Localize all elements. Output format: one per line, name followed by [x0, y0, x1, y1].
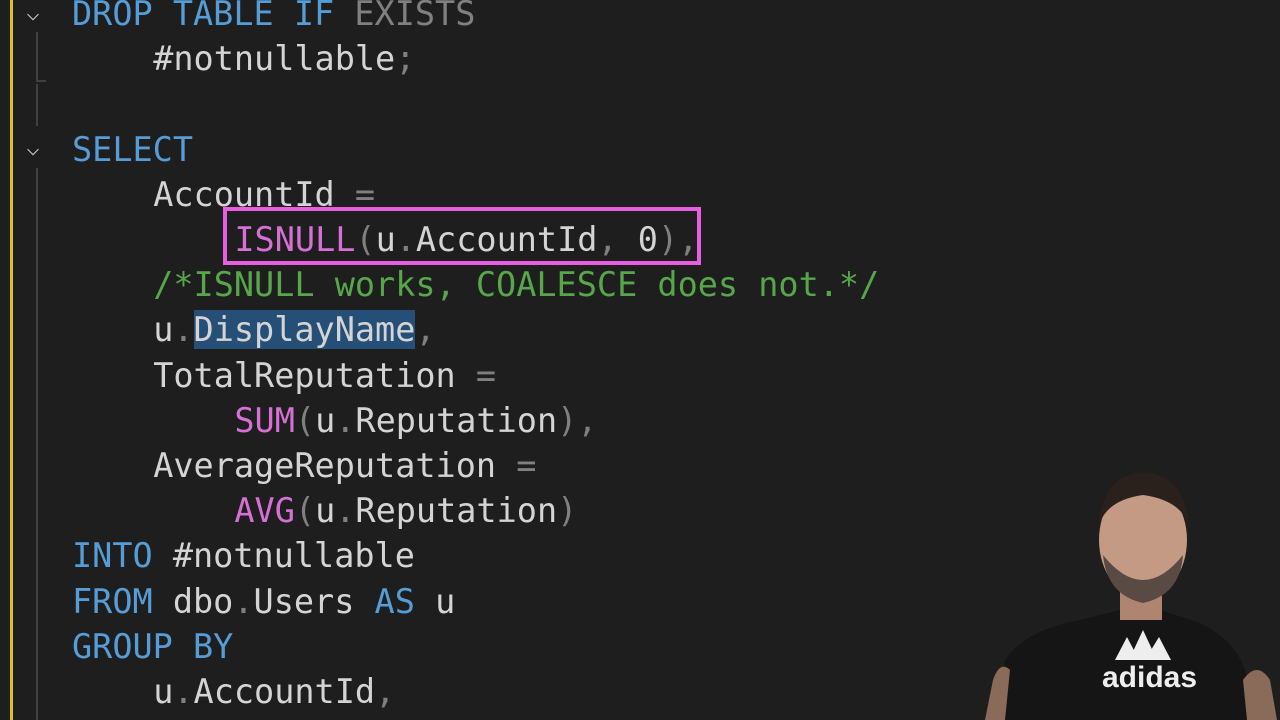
- code-token: =: [516, 446, 537, 485]
- chevron-down-icon[interactable]: ⌵: [20, 136, 46, 162]
- code-token: Users: [253, 581, 375, 621]
- fold-guide: [36, 84, 38, 126]
- code-line[interactable]: FROM dbo.Users AS u: [72, 579, 455, 624]
- code-token: GROUP BY: [72, 626, 234, 666]
- code-token: TotalReputation: [153, 355, 476, 395]
- code-token: .: [233, 581, 254, 621]
- svg-text:adidas: adidas: [1102, 661, 1197, 694]
- code-token: u: [435, 581, 456, 621]
- code-line[interactable]: TotalReputation =: [153, 353, 496, 398]
- code-line[interactable]: SELECT: [72, 127, 193, 172]
- code-line[interactable]: #notnullable;: [153, 36, 415, 81]
- code-line[interactable]: GROUP BY: [72, 624, 233, 669]
- presenter-webcam: adidas: [985, 455, 1280, 720]
- code-token: EXISTS: [354, 0, 476, 33]
- code-token: .: [335, 400, 356, 440]
- code-token: u: [153, 672, 174, 711]
- code-token: SUM: [234, 400, 295, 440]
- code-token: AVG: [234, 491, 295, 531]
- code-token: .: [335, 491, 356, 531]
- code-token: ,: [375, 672, 396, 711]
- code-token: #notnullable: [153, 39, 396, 79]
- code-token: u: [315, 400, 336, 440]
- fold-guide: [36, 32, 38, 82]
- code-token: AverageReputation: [153, 446, 517, 485]
- code-token: #notnullable: [172, 536, 415, 576]
- code-token: u: [153, 310, 174, 350]
- code-line[interactable]: INTO #notnullable: [72, 533, 415, 578]
- fold-guide: [36, 168, 38, 720]
- code-token: (: [294, 400, 316, 440]
- isnull-highlight-box: [223, 207, 701, 265]
- code-line[interactable]: SUM(u.Reputation),: [234, 398, 597, 443]
- code-token: Reputation: [355, 400, 558, 440]
- code-token: DROP TABLE IF: [72, 0, 355, 33]
- code-token: AS: [374, 581, 436, 621]
- code-token: SELECT: [72, 129, 194, 169]
- code-token: dbo: [172, 581, 234, 621]
- code-token: AccountId: [193, 672, 376, 711]
- code-token: ;: [395, 39, 416, 79]
- change-marker-bar: [10, 0, 13, 720]
- code-token: FROM: [72, 581, 173, 621]
- code-line[interactable]: DROP TABLE IF EXISTS: [72, 0, 475, 36]
- code-token: ),: [557, 400, 598, 440]
- chevron-down-icon[interactable]: ⌵: [20, 1, 46, 27]
- code-token: (: [294, 491, 316, 531]
- code-line[interactable]: /*ISNULL works, COALESCE does not.*/: [153, 262, 879, 307]
- code-token: =: [475, 355, 497, 395]
- code-token: DisplayName: [193, 310, 416, 350]
- code-token: .: [173, 310, 194, 350]
- code-token: Reputation: [355, 491, 558, 531]
- code-token: ,: [415, 310, 436, 350]
- code-token: INTO: [72, 536, 173, 576]
- code-token: /*ISNULL works, COALESCE does not.*/: [153, 265, 880, 305]
- code-token: u: [315, 491, 336, 531]
- fold-guide-end: [36, 80, 46, 82]
- code-token: .: [173, 672, 194, 711]
- code-line[interactable]: AVG(u.Reputation): [234, 488, 577, 533]
- code-line[interactable]: u.DisplayName,: [153, 307, 436, 352]
- code-line[interactable]: AverageReputation =: [153, 443, 536, 488]
- code-line[interactable]: u.AccountId,: [153, 669, 395, 714]
- code-token: ): [557, 491, 578, 531]
